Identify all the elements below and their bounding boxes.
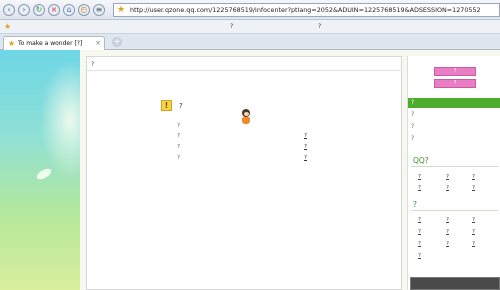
- browser-toolbar: ‹ › ↻ × ⌂ ◴ ≡ ★ http://user.qzone.qq.com…: [0, 0, 500, 20]
- history-icon[interactable]: ◴: [78, 4, 90, 16]
- grid-link[interactable]: ?: [446, 229, 449, 235]
- tab-title: To make a wonder [?]: [18, 40, 83, 47]
- grid-link[interactable]: ?: [446, 241, 449, 247]
- star-icon[interactable]: ★: [117, 5, 125, 16]
- grid-link[interactable]: ?: [418, 185, 421, 191]
- sidebar-nav-item[interactable]: ?: [408, 134, 500, 144]
- grid-link[interactable]: ?: [418, 217, 421, 223]
- tip-text: ?: [177, 155, 180, 161]
- grid-link[interactable]: ?: [418, 174, 421, 180]
- section-title: QQ?: [411, 155, 498, 167]
- sidebar-button-1[interactable]: ?: [434, 67, 476, 76]
- refresh-icon[interactable]: ↻: [33, 4, 45, 16]
- grid-link[interactable]: ?: [418, 241, 421, 247]
- list-item: ? ?: [177, 144, 337, 152]
- back-arrow-icon[interactable]: ‹: [3, 4, 15, 16]
- sidebar-image: [410, 277, 500, 290]
- favorites-bar: ★ ? ?: [0, 20, 500, 34]
- grid-link[interactable]: ?: [472, 229, 475, 235]
- warning-icon: !: [161, 100, 172, 111]
- sidebar-nav-item[interactable]: ?: [408, 122, 500, 132]
- breadcrumb: ?: [91, 61, 95, 68]
- menu-icon[interactable]: ≡: [93, 4, 105, 16]
- tip-link[interactable]: ?: [304, 144, 307, 150]
- tab-active[interactable]: ★ To make a wonder [?] ×: [3, 36, 105, 50]
- favorites-toggle-icon[interactable]: ★: [4, 22, 11, 32]
- grid-link[interactable]: ?: [418, 253, 421, 259]
- tips-label: ?: [177, 123, 180, 129]
- address-text[interactable]: http://user.qzone.qq.com/1225768519/info…: [130, 6, 498, 15]
- grid-link[interactable]: ?: [446, 174, 449, 180]
- grid-link[interactable]: ?: [446, 217, 449, 223]
- home-icon[interactable]: ⌂: [63, 4, 75, 16]
- tip-link[interactable]: ?: [304, 133, 307, 139]
- tip-text: ?: [177, 144, 180, 150]
- grid-link[interactable]: ?: [446, 185, 449, 191]
- tab-bar: ★ To make a wonder [?] × +: [0, 34, 500, 50]
- grid-link[interactable]: ?: [472, 241, 475, 247]
- sidebar: ? ? ? ? ? ? QQ? ? ? ? ? ? ? ? ? ? ? ? ? …: [407, 56, 500, 290]
- sidebar-button-2[interactable]: ?: [434, 79, 476, 88]
- list-item: ? ?: [177, 133, 337, 141]
- address-bar[interactable]: ★ http://user.qzone.qq.com/1225768519/in…: [113, 3, 500, 17]
- fav-item-1[interactable]: ?: [230, 22, 233, 32]
- close-icon[interactable]: ×: [95, 39, 101, 48]
- sidebar-nav-item-active[interactable]: ?: [408, 98, 500, 108]
- section-title: ?: [411, 199, 498, 211]
- grid-link[interactable]: ?: [472, 217, 475, 223]
- grid-link[interactable]: ?: [472, 185, 475, 191]
- light-glow: [40, 60, 80, 180]
- grid-link[interactable]: ?: [472, 174, 475, 180]
- sidebar-nav-item[interactable]: ?: [408, 110, 500, 120]
- tip-link[interactable]: ?: [304, 155, 307, 161]
- mascot-icon: [241, 109, 251, 125]
- star-icon: ★: [8, 39, 16, 48]
- stop-icon[interactable]: ×: [48, 4, 60, 16]
- tip-text: ?: [177, 133, 180, 139]
- divider: [87, 70, 401, 71]
- notice-title: ?: [179, 102, 183, 110]
- fav-item-2[interactable]: ?: [318, 22, 321, 32]
- forward-arrow-icon[interactable]: ›: [18, 4, 30, 16]
- grid-link[interactable]: ?: [418, 229, 421, 235]
- decorative-background: [0, 50, 80, 290]
- main-panel: ? ! ? ? ? ? ? ? ? ?: [86, 56, 402, 290]
- list-item: ? ?: [177, 155, 337, 163]
- new-tab-icon[interactable]: +: [112, 37, 122, 47]
